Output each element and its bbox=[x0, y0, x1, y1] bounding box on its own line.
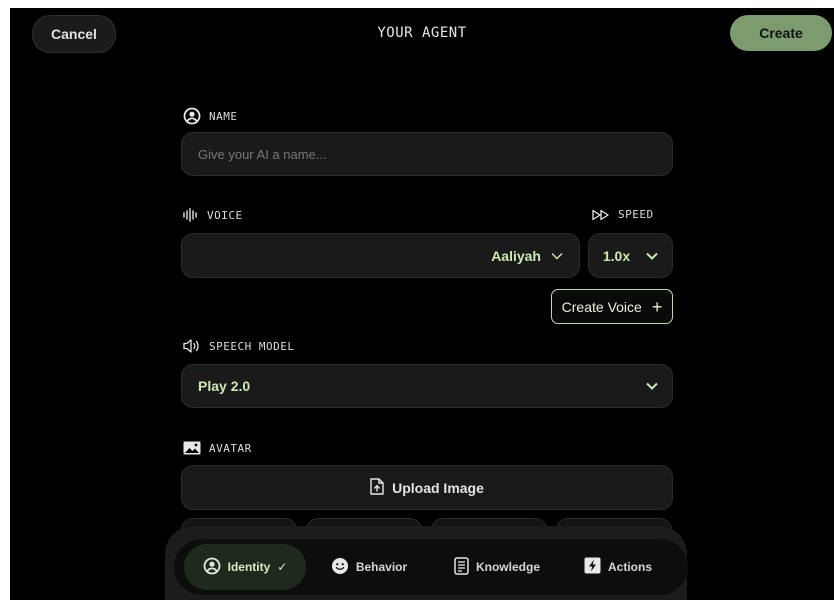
speech-model-section-label: SPEECH MODEL bbox=[183, 339, 294, 353]
chevron-down-icon bbox=[646, 377, 658, 395]
tab-actions[interactable]: Actions bbox=[576, 544, 660, 590]
upload-file-icon bbox=[370, 477, 384, 498]
app-frame: Cancel YOUR AGENT Create NAME Give your … bbox=[10, 8, 834, 600]
smiley-icon bbox=[331, 557, 349, 578]
tab-identity[interactable]: Identity ✓ bbox=[184, 544, 306, 590]
voice-label-text: VOICE bbox=[207, 208, 243, 222]
plus-icon: + bbox=[651, 296, 663, 317]
tab-knowledge-label: Knowledge bbox=[475, 560, 540, 574]
create-button[interactable]: Create bbox=[730, 15, 832, 51]
name-input[interactable]: Give your AI a name... bbox=[181, 132, 673, 176]
tab-behavior-label: Behavior bbox=[355, 560, 408, 574]
fast-forward-icon bbox=[592, 209, 610, 221]
create-voice-button[interactable]: Create Voice + bbox=[551, 289, 673, 324]
speech-model-label-text: SPEECH MODEL bbox=[209, 339, 295, 353]
check-icon: ✓ bbox=[277, 560, 288, 574]
voice-section-label: VOICE bbox=[183, 208, 243, 222]
lightning-icon bbox=[584, 557, 601, 577]
speech-model-selected-value: Play 2.0 bbox=[198, 378, 251, 394]
voice-select[interactable]: Aaliyah bbox=[181, 233, 580, 278]
speed-selected-value: 1.0x bbox=[602, 247, 631, 264]
page-title: YOUR AGENT bbox=[377, 25, 467, 41]
speed-section-label: SPEED bbox=[592, 208, 654, 221]
document-icon bbox=[454, 556, 469, 578]
speech-model-select[interactable]: Play 2.0 bbox=[181, 364, 673, 408]
tab-behavior[interactable]: Behavior bbox=[324, 544, 414, 590]
speed-select[interactable]: 1.0x bbox=[588, 233, 673, 278]
tab-knowledge[interactable]: Knowledge bbox=[444, 544, 550, 590]
avatar-section-label: AVATAR bbox=[183, 441, 252, 455]
waveform-icon bbox=[183, 208, 199, 222]
user-circle-icon bbox=[183, 107, 201, 125]
tab-actions-label: Actions bbox=[607, 560, 652, 574]
chevron-down-icon bbox=[551, 247, 563, 265]
voice-selected-value: Aaliyah bbox=[491, 247, 541, 264]
speed-label-text: SPEED bbox=[618, 208, 654, 221]
user-circle-icon bbox=[203, 557, 221, 578]
name-input-placeholder: Give your AI a name... bbox=[198, 146, 327, 162]
name-label-text: NAME bbox=[209, 109, 238, 123]
tab-bar: Identity ✓ Behavior Knowledge Actions bbox=[174, 539, 688, 595]
speaker-icon bbox=[183, 339, 201, 353]
upload-image-label: Upload Image bbox=[392, 479, 484, 496]
avatar-label-text: AVATAR bbox=[209, 441, 252, 455]
create-voice-label: Create Voice bbox=[561, 298, 642, 315]
chevron-down-icon bbox=[646, 247, 658, 265]
name-section-label: NAME bbox=[183, 107, 238, 125]
image-icon bbox=[183, 441, 201, 455]
tab-identity-label: Identity bbox=[227, 560, 271, 574]
upload-image-button[interactable]: Upload Image bbox=[181, 465, 673, 510]
